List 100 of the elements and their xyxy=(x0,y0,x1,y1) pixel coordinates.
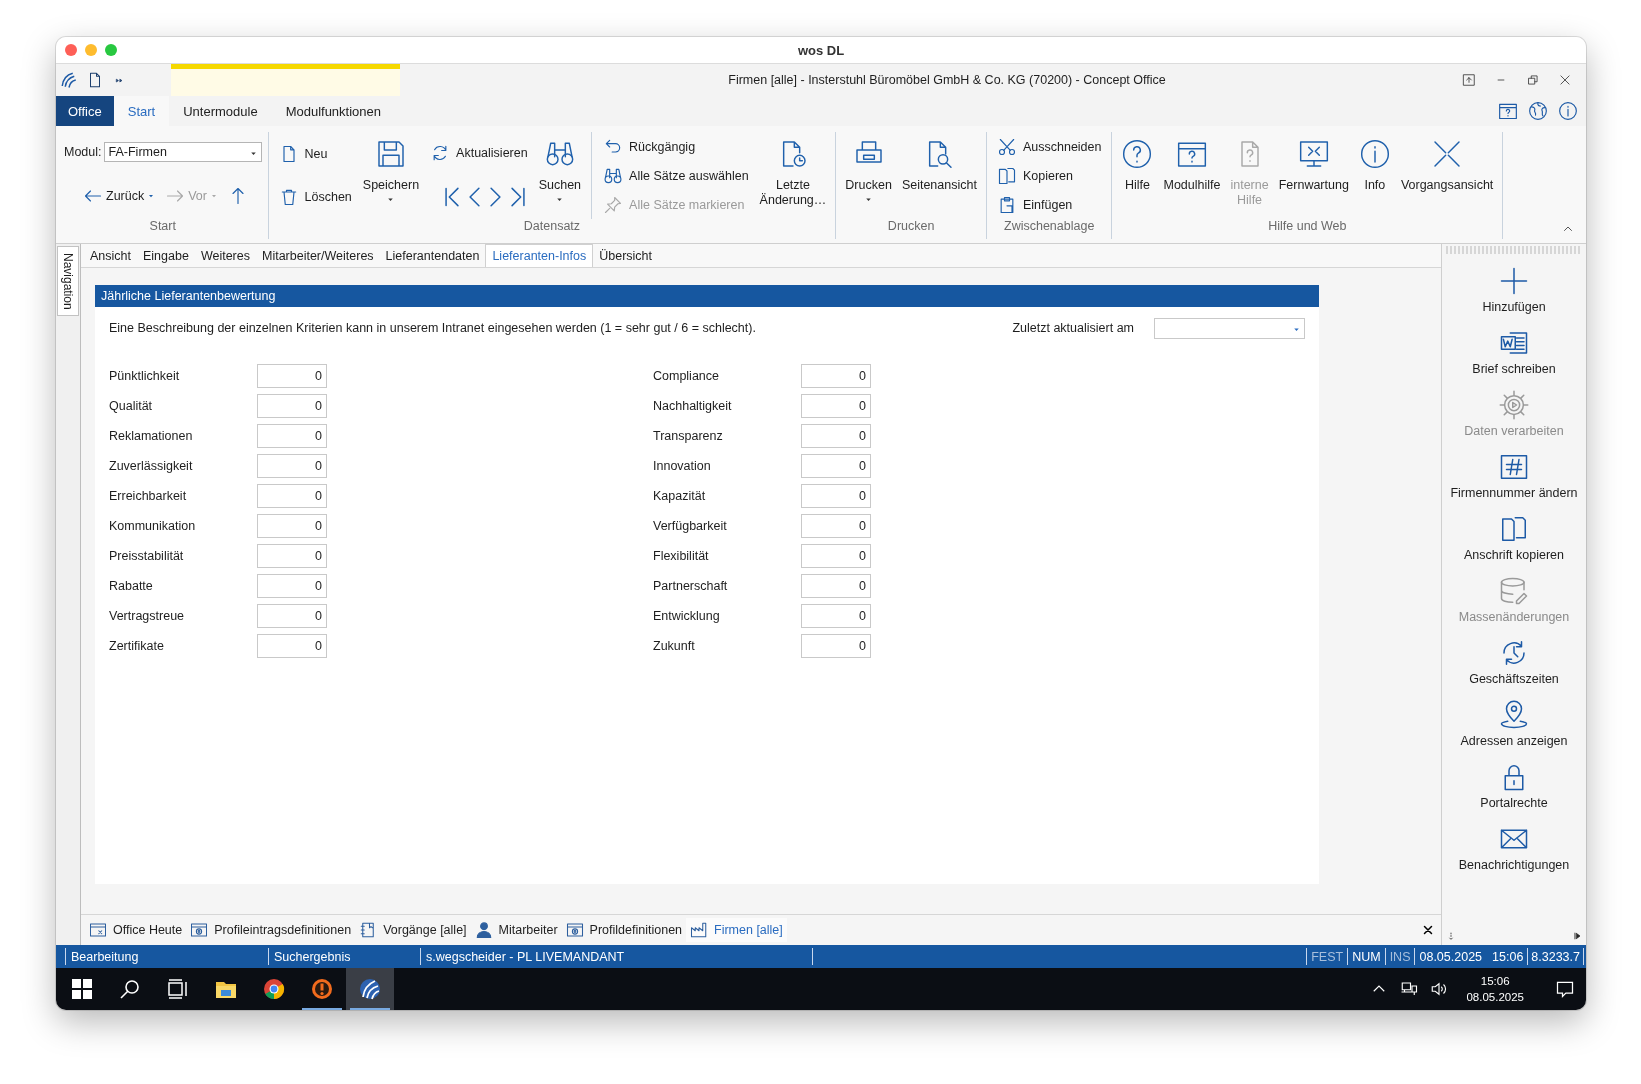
form-tab[interactable]: Mitarbeiter/Weiteres xyxy=(255,244,380,267)
ribbon-button[interactable]: Alle Sätze auswählen xyxy=(599,163,753,188)
ribbon-button[interactable]: Speichern xyxy=(357,132,425,219)
document-tab[interactable]: Profildefinitionen xyxy=(561,918,687,942)
chevron-right-icon xyxy=(490,186,502,207)
action-button[interactable]: Geschäftszeiten xyxy=(1442,638,1586,700)
form-tab[interactable]: Lieferanten-Infos xyxy=(485,244,594,267)
skip-last-icon xyxy=(511,186,526,207)
field-label: Preisstabilität xyxy=(109,549,185,563)
window-icon xyxy=(89,921,107,939)
document-tab[interactable]: Profileintragsdefinitionen xyxy=(186,918,356,942)
ribbon-button[interactable]: Ausschneiden xyxy=(992,134,1106,159)
score-field[interactable]: 0 xyxy=(801,424,871,448)
ribbon-button[interactable]: Einfügen xyxy=(992,192,1106,217)
ribbon-tab[interactable]: Start xyxy=(113,96,170,126)
ribbon-button[interactable]: Neu xyxy=(274,141,356,166)
score-field[interactable]: 0 xyxy=(257,604,327,628)
score-field[interactable]: 0 xyxy=(801,394,871,418)
form-tab[interactable]: Übersicht xyxy=(593,244,659,267)
score-field[interactable]: 0 xyxy=(257,394,327,418)
module-dropdown[interactable]: FA-Firmen xyxy=(103,142,262,163)
ribbon-button[interactable]: Fernwartung xyxy=(1273,132,1354,219)
score-field[interactable]: 0 xyxy=(257,514,327,538)
ribbon-button[interactable]: Hilfe xyxy=(1116,132,1159,219)
field-label: Pünktlichkeit xyxy=(109,369,181,383)
ribbon-tab[interactable]: Untermodule xyxy=(169,96,272,126)
action-button[interactable]: Firmennummer ändern xyxy=(1442,452,1586,514)
action-button[interactable]: Brief schreiben xyxy=(1442,328,1586,390)
info-button[interactable] xyxy=(1556,99,1580,123)
ribbon-button[interactable]: Kopieren xyxy=(992,163,1106,188)
ribbon-button[interactable]: Aktualisieren xyxy=(426,141,532,166)
app-menu-button[interactable]: Office xyxy=(56,96,114,126)
form-tab[interactable]: Weiteres xyxy=(194,244,256,267)
score-field[interactable]: 0 xyxy=(257,634,327,658)
score-field[interactable]: 0 xyxy=(257,364,327,388)
group-label: Hilfe und Web xyxy=(1267,219,1348,235)
document-tab[interactable]: Mitarbeiter xyxy=(470,918,562,942)
score-field[interactable]: 0 xyxy=(257,484,327,508)
score-field[interactable]: 0 xyxy=(801,454,871,478)
action-button[interactable]: Anschrift kopieren xyxy=(1442,514,1586,576)
score-field[interactable]: 0 xyxy=(257,574,327,598)
logo-icon[interactable] xyxy=(60,71,78,89)
score-field[interactable]: 0 xyxy=(801,514,871,538)
score-field[interactable]: 0 xyxy=(257,424,327,448)
ribbon-button[interactable]: Letzte Änderung… xyxy=(754,132,832,219)
speech-bubble-icon xyxy=(1555,979,1575,999)
section-header: Jährliche Lieferantenbewertung xyxy=(95,285,1319,307)
module-label: Modul: xyxy=(64,145,102,160)
search-icon xyxy=(118,977,142,1001)
action-button[interactable]: Hinzufügen xyxy=(1442,266,1586,328)
status-time: 15:06 xyxy=(1492,950,1524,965)
form-tab[interactable]: Ansicht xyxy=(84,244,137,267)
document-tab[interactable]: Firmen [alle] xyxy=(686,918,787,942)
ribbon-button[interactable]: Suchen xyxy=(533,132,587,219)
field-label: Nachhaltigkeit xyxy=(653,399,733,413)
score-field[interactable]: 0 xyxy=(801,364,871,388)
ribbon-button[interactable]: Löschen xyxy=(274,185,356,210)
clock-date: 08.05.2025 xyxy=(1466,990,1524,1005)
ribbon-button[interactable]: Rückgängig xyxy=(599,134,753,159)
action-button[interactable]: Portalrechte xyxy=(1442,762,1586,824)
score-field[interactable]: 0 xyxy=(257,454,327,478)
speaker-icon xyxy=(1430,980,1449,998)
score-field[interactable]: 0 xyxy=(801,634,871,658)
score-field[interactable]: 0 xyxy=(801,574,871,598)
ribbon-button[interactable]: Info xyxy=(1353,132,1396,219)
ribbon-button[interactable]: Vorgangsansicht xyxy=(1395,132,1499,219)
action-button[interactable]: Adressen anzeigen xyxy=(1442,700,1586,762)
info-icon xyxy=(1358,138,1391,170)
person-icon xyxy=(474,921,493,939)
score-field[interactable]: 0 xyxy=(257,544,327,568)
score-field[interactable]: 0 xyxy=(801,484,871,508)
field-label: Zukunft xyxy=(653,639,696,653)
ribbon-button[interactable]: Seitenansicht xyxy=(896,132,982,219)
group-label: Start xyxy=(148,219,177,235)
logo-icon xyxy=(358,977,382,1001)
browser-icon xyxy=(262,977,286,1001)
status-date: 08.05.2025 xyxy=(1419,950,1483,965)
document-tab[interactable]: Vorgänge [alle] xyxy=(355,918,471,942)
close-icon xyxy=(1558,73,1572,87)
field-label: Verfügbarkeit xyxy=(653,519,728,533)
monitor-icon xyxy=(1297,138,1330,170)
group-label: Zwischenablage xyxy=(1003,219,1096,235)
ribbon-button[interactable]: Drucken xyxy=(840,132,897,219)
web-button[interactable] xyxy=(1526,99,1550,123)
close-button[interactable] xyxy=(65,44,77,56)
clock-button[interactable]: 15:06 08.05.2025 xyxy=(1456,973,1534,1005)
navigation-tab[interactable]: Navigation xyxy=(57,246,79,316)
ribbon-tab[interactable]: Modulfunktionen xyxy=(271,96,396,126)
form-tab[interactable]: Lieferantendaten xyxy=(379,244,486,267)
document-tab[interactable]: Office Heute xyxy=(85,918,187,942)
score-field[interactable]: 0 xyxy=(801,544,871,568)
taskbar-button[interactable] xyxy=(346,968,394,1010)
field-label: Zuletzt aktualisiert am xyxy=(1012,321,1134,335)
group-label: Drucken xyxy=(886,219,936,235)
ribbon-button[interactable]: Modulhilfe xyxy=(1158,132,1226,219)
form-tab[interactable]: Eingabe xyxy=(137,244,195,267)
action-button[interactable]: Benachrichtigungen xyxy=(1442,824,1586,886)
clock-time: 15:06 xyxy=(1480,974,1510,989)
nav-button[interactable]: Zurück xyxy=(80,182,159,209)
score-field[interactable]: 0 xyxy=(801,604,871,628)
